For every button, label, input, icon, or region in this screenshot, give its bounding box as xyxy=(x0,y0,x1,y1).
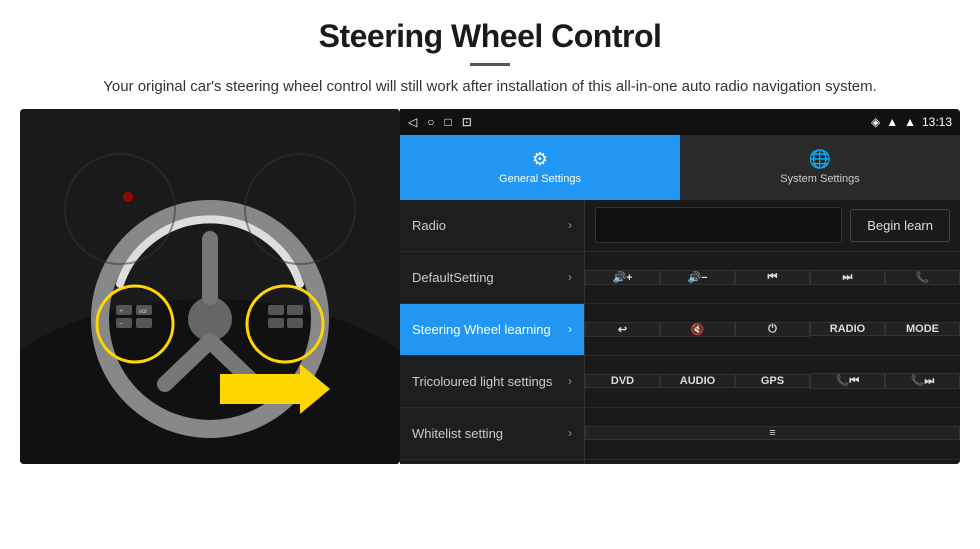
learn-input[interactable] xyxy=(595,207,842,243)
list-icon-button[interactable]: ≡ xyxy=(585,426,960,440)
begin-learn-button[interactable]: Begin learn xyxy=(850,209,950,242)
svg-text:vol: vol xyxy=(139,309,147,315)
android-status-bar: ◁ ○ □ ⊡ ◈ ▲ ▲ 13:13 xyxy=(400,109,960,135)
begin-learn-row: Begin learn xyxy=(585,200,960,252)
gps-button[interactable]: GPS xyxy=(735,374,810,388)
system-settings-label: System Settings xyxy=(780,173,859,185)
android-ui: ◁ ○ □ ⊡ ◈ ▲ ▲ 13:13 ⚙ General Settings 🌐… xyxy=(400,109,960,464)
menu-item-radio-label: Radio xyxy=(412,218,446,233)
audio-button[interactable]: AUDIO xyxy=(660,374,735,388)
page-title: Steering Wheel Control xyxy=(40,18,940,55)
dvd-button[interactable]: DVD xyxy=(585,374,660,388)
control-row-3: ↩ 🔇 ⏻ RADIO MODE xyxy=(585,304,960,356)
page-subtitle: Your original car's steering wheel contr… xyxy=(40,76,940,99)
chevron-right-icon: › xyxy=(568,322,572,336)
control-row-2: 🔊+ 🔊− ⏮ ⏭ 📞 xyxy=(585,252,960,304)
back-button[interactable]: ↩ xyxy=(585,322,660,337)
chevron-right-icon: › xyxy=(568,374,572,388)
menu-item-default-label: DefaultSetting xyxy=(412,270,494,285)
signal-icon: ▲ xyxy=(886,115,898,129)
globe-icon: 🌐 xyxy=(809,149,831,170)
menu-item-whitelist[interactable]: Whitelist setting › xyxy=(400,408,584,460)
menu-list: Radio › DefaultSetting › Steering Wheel … xyxy=(400,200,585,464)
settings-tabs: ⚙ General Settings 🌐 System Settings xyxy=(400,135,960,200)
clock: 13:13 xyxy=(922,115,952,129)
svg-text:−: − xyxy=(119,321,123,328)
gear-icon: ⚙ xyxy=(532,149,548,170)
tab-system[interactable]: 🌐 System Settings xyxy=(680,135,960,200)
svg-text:+: + xyxy=(119,308,123,315)
control-panel: Begin learn 🔊+ 🔊− ⏮ ⏭ 📞 ↩ 🔇 ⏻ RADIO xyxy=(585,200,960,464)
tab-general[interactable]: ⚙ General Settings xyxy=(400,135,680,200)
nav-home-icon[interactable]: ○ xyxy=(427,115,434,129)
radio-button[interactable]: RADIO xyxy=(810,322,885,336)
car-image-container: + − vol xyxy=(20,109,400,464)
mute-button[interactable]: 🔇 xyxy=(660,322,735,337)
next-track-button[interactable]: ⏭ xyxy=(810,270,885,285)
vol-up-button[interactable]: 🔊+ xyxy=(585,270,660,285)
nav-recents-icon[interactable]: □ xyxy=(444,115,451,129)
vol-down-button[interactable]: 🔊− xyxy=(660,270,735,285)
call-button[interactable]: 📞 xyxy=(885,270,960,285)
title-divider xyxy=(470,63,510,66)
menu-item-steering[interactable]: Steering Wheel learning › xyxy=(400,304,584,356)
menu-item-whitelist-label: Whitelist setting xyxy=(412,426,503,441)
mode-button[interactable]: MODE xyxy=(885,322,960,336)
location-icon: ◈ xyxy=(871,115,880,129)
menu-item-tricoloured-label: Tricoloured light settings xyxy=(412,374,552,389)
general-settings-label: General Settings xyxy=(499,173,581,185)
chevron-right-icon: › xyxy=(568,218,572,232)
call-next-button[interactable]: 📞⏭ xyxy=(885,373,960,389)
menu-item-default[interactable]: DefaultSetting › xyxy=(400,252,584,304)
wifi-icon: ▲ xyxy=(904,115,916,129)
call-prev-button[interactable]: 📞⏮ xyxy=(810,373,885,389)
nav-back-icon[interactable]: ◁ xyxy=(408,115,417,129)
menu-item-radio[interactable]: Radio › xyxy=(400,200,584,252)
power-button[interactable]: ⏻ xyxy=(735,322,810,337)
nav-cast-icon[interactable]: ⊡ xyxy=(462,115,472,129)
chevron-right-icon: › xyxy=(568,426,572,440)
chevron-right-icon: › xyxy=(568,270,572,284)
control-row-4: DVD AUDIO GPS 📞⏮ 📞⏭ xyxy=(585,356,960,408)
menu-item-steering-label: Steering Wheel learning xyxy=(412,322,551,337)
control-row-5: ≡ xyxy=(585,408,960,460)
page-header: Steering Wheel Control Your original car… xyxy=(0,0,980,109)
menu-item-tricoloured[interactable]: Tricoloured light settings › xyxy=(400,356,584,408)
prev-track-button[interactable]: ⏮ xyxy=(735,270,810,285)
